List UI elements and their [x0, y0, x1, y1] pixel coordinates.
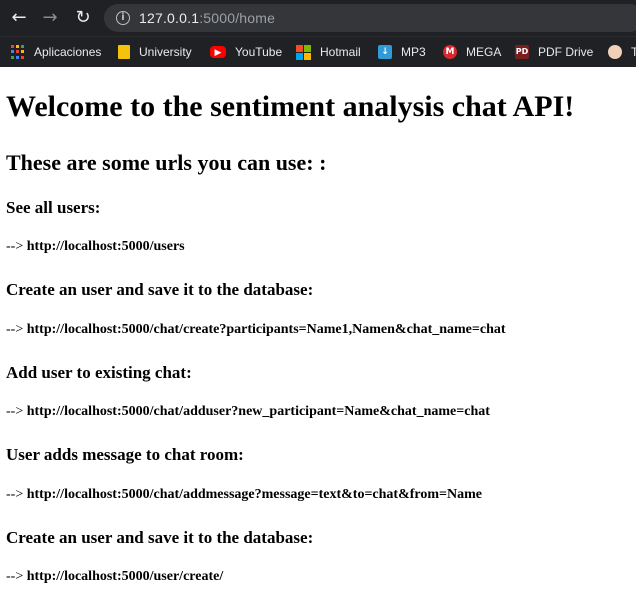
- endpoint-line: --> http://localhost:5000/chat/addmessag…: [6, 487, 482, 503]
- arrow-text: -->: [6, 322, 24, 337]
- endpoint-url[interactable]: http://localhost:5000/chat/adduser?new_p…: [27, 404, 490, 419]
- bookmark-aplicaciones[interactable]: Aplicaciones: [11, 43, 101, 61]
- section-heading: Create an user and save it to the databa…: [6, 280, 314, 299]
- bookmark-label: University: [139, 45, 192, 59]
- avatar-icon: [608, 45, 622, 59]
- endpoint-url[interactable]: http://localhost:5000/users: [27, 239, 185, 254]
- url-text[interactable]: 127.0.0.1:5000/home: [139, 10, 275, 26]
- endpoint-line: --> http://localhost:5000/chat/create?pa…: [6, 322, 506, 338]
- endpoint-line: --> http://localhost:5000/users: [6, 239, 185, 255]
- bookmark-university[interactable]: University: [118, 43, 192, 61]
- arrow-text: -->: [6, 569, 24, 584]
- bookmark-label: Hotmail: [320, 45, 361, 59]
- arrow-text: -->: [6, 487, 24, 502]
- bookmark-label: MEGA: [466, 45, 502, 59]
- endpoint-url[interactable]: http://localhost:5000/user/create/: [27, 569, 224, 584]
- arrow-text: -->: [6, 404, 24, 419]
- bookmark-label: Aplicaciones: [34, 45, 102, 59]
- browser-toolbar: ← → ↻ i 127.0.0.1:5000/home: [0, 0, 636, 36]
- endpoint-url[interactable]: http://localhost:5000/chat/addmessage?me…: [27, 487, 482, 502]
- bookmark-t[interactable]: T: [608, 43, 636, 61]
- apps-grid-icon: [11, 45, 25, 59]
- forward-arrow-icon[interactable]: →: [38, 6, 62, 30]
- endpoint-line: --> http://localhost:5000/chat/adduser?n…: [6, 404, 490, 420]
- bookmark-mega[interactable]: M MEGA: [443, 43, 501, 61]
- endpoint-line: --> http://localhost:5000/user/create/: [6, 569, 223, 585]
- page-title: Welcome to the sentiment analysis chat A…: [6, 90, 575, 123]
- bookmark-label: PDF Drive: [538, 45, 594, 59]
- info-icon[interactable]: i: [116, 11, 130, 25]
- back-arrow-icon[interactable]: ←: [7, 6, 31, 30]
- pdf-drive-icon: PD: [515, 45, 529, 59]
- mega-icon: M: [443, 45, 457, 59]
- download-icon: ↓: [378, 45, 392, 59]
- bookmark-label: YouTube: [235, 45, 283, 59]
- bookmark-youtube[interactable]: ▶ YouTube: [210, 43, 282, 61]
- address-bar[interactable]: i 127.0.0.1:5000/home: [104, 4, 636, 32]
- reload-icon[interactable]: ↻: [71, 6, 95, 30]
- url-path: :5000/home: [199, 10, 276, 26]
- page-subtitle: These are some urls you can use: :: [6, 150, 327, 175]
- bookmark-mp3[interactable]: ↓ MP3: [378, 43, 426, 61]
- section-heading: User adds message to chat room:: [6, 445, 244, 464]
- folder-icon: [118, 45, 130, 59]
- bookmark-pdf-drive[interactable]: PD PDF Drive: [515, 43, 593, 61]
- url-host: 127.0.0.1: [139, 10, 200, 26]
- bookmarks-bar: Aplicaciones University ▶ YouTube Hotmai…: [0, 36, 636, 67]
- youtube-icon: ▶: [210, 46, 226, 58]
- bookmark-hotmail[interactable]: Hotmail: [296, 43, 361, 61]
- section-heading: Create an user and save it to the databa…: [6, 528, 314, 547]
- arrow-text: -->: [6, 239, 24, 254]
- bookmark-label: T: [631, 45, 636, 59]
- endpoint-url[interactable]: http://localhost:5000/chat/create?partic…: [27, 322, 506, 337]
- bookmark-label: MP3: [401, 45, 426, 59]
- section-heading: See all users:: [6, 198, 101, 217]
- microsoft-icon: [296, 44, 311, 60]
- section-heading: Add user to existing chat:: [6, 363, 192, 382]
